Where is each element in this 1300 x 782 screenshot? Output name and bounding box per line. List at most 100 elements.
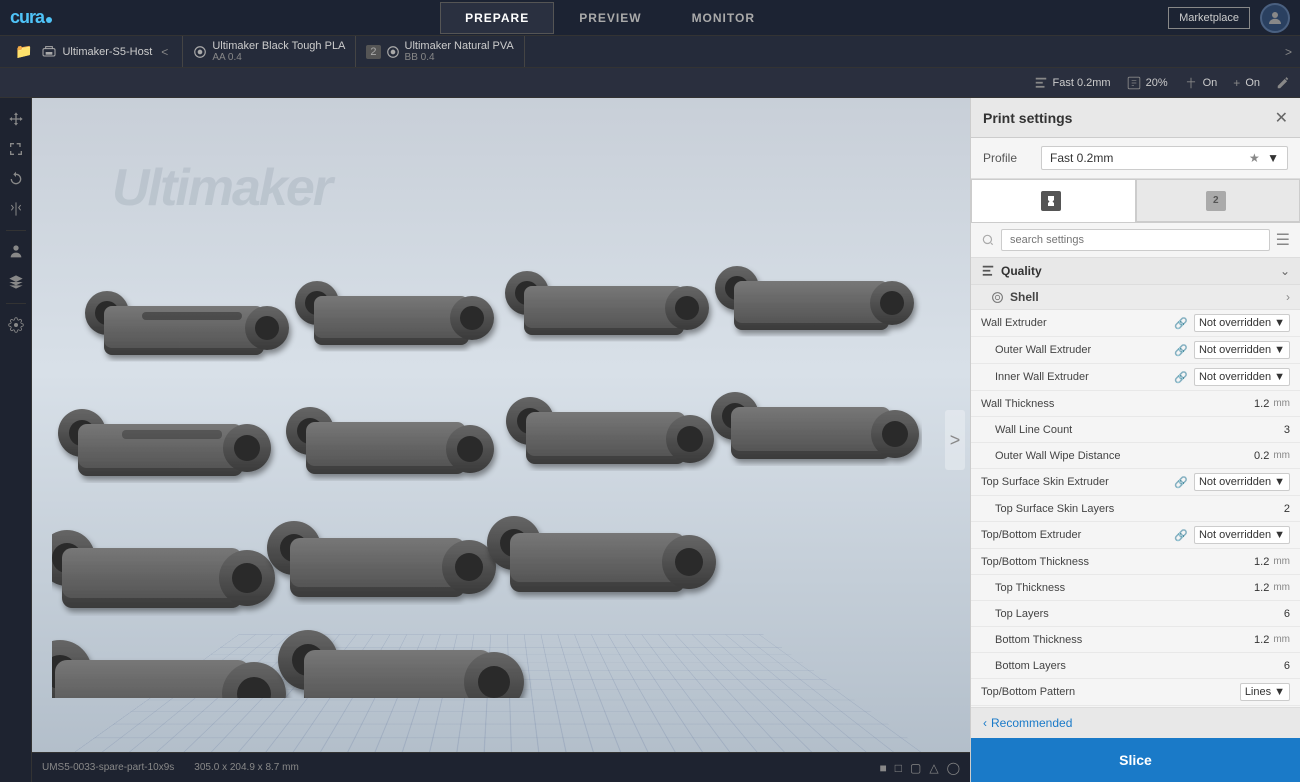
link-icon-top-bottom[interactable]: 🔗 (1174, 529, 1188, 542)
top-bottom-thickness-value[interactable]: 1.2 (1254, 556, 1269, 568)
bottom-tool-5[interactable]: ◯ (947, 761, 960, 775)
link-icon-outer-wall[interactable]: 🔗 (1174, 344, 1188, 357)
recommended-button[interactable]: ‹ Recommended (971, 707, 1300, 738)
setting-row-top-surface-extruder: Top Surface Skin Extruder 🔗 Not overridd… (971, 469, 1300, 496)
wall-line-count-label: Wall Line Count (995, 424, 1200, 436)
avatar[interactable] (1260, 3, 1290, 33)
setting-row-outer-wall-wipe: Outer Wall Wipe Distance 0.2 mm (971, 443, 1300, 469)
tab-prepare[interactable]: PREPARE (440, 2, 554, 34)
tab-monitor[interactable]: MONITOR (667, 2, 780, 34)
extruder-tab-2[interactable]: 2 (1136, 179, 1300, 222)
tabs-bar: 📁 Ultimaker-S5-Host < Ultimaker Black To… (0, 36, 1300, 68)
bottom-tool-3[interactable]: ▢ (910, 761, 921, 775)
bottom-thickness-value[interactable]: 1.2 (1254, 634, 1269, 646)
search-row: ☰ (971, 223, 1300, 258)
material1-tab-label: Ultimaker Black Tough PLA (212, 40, 345, 52)
settings-tool-btn[interactable] (3, 312, 29, 338)
top-bottom-pattern-label: Top/Bottom Pattern (981, 686, 1200, 698)
rotate-tool-btn[interactable] (3, 166, 29, 192)
bottom-layers-value[interactable]: 6 (1284, 660, 1290, 672)
bottom-layers-label: Bottom Layers (995, 660, 1200, 672)
extruder-tab-1[interactable] (971, 179, 1136, 222)
zoom-icon (1127, 76, 1141, 90)
top-layers-label: Top Layers (995, 608, 1200, 620)
dropdown-chevron: ▼ (1274, 371, 1285, 383)
extruder-tabs: 2 (971, 179, 1300, 223)
bottom-tool-1[interactable]: ■ (879, 761, 886, 775)
setting-row-wall-extruder: Wall Extruder 🔗 Not overridden ▼ (971, 310, 1300, 337)
settings-content[interactable]: Quality ⌄ Shell › Wall Extruder 🔗 Not ov… (971, 258, 1300, 707)
top-bottom-pattern-dropdown[interactable]: Lines ▼ (1240, 683, 1290, 701)
edit-icon[interactable] (1276, 76, 1290, 90)
outer-wall-extruder-dropdown[interactable]: Not overridden ▼ (1194, 341, 1290, 359)
top-thickness-value[interactable]: 1.2 (1254, 582, 1269, 594)
profile-select[interactable]: Fast 0.2mm ★ ▼ (1041, 146, 1288, 170)
profile-value: Fast 0.2mm (1053, 77, 1111, 89)
slice-label: Slice (1119, 752, 1152, 768)
profile-star-icon: ★ (1249, 151, 1260, 165)
outer-wall-wipe-value[interactable]: 0.2 (1254, 450, 1269, 462)
inner-wall-extruder-dropdown[interactable]: Not overridden ▼ (1194, 368, 1290, 386)
printer-bar: Fast 0.2mm 20% On + On (0, 68, 1300, 98)
setting-row-wall-thickness: Wall Thickness 1.2 mm (971, 391, 1300, 417)
wall-thickness-value[interactable]: 1.2 (1254, 398, 1269, 410)
viewport-arrow[interactable]: > (945, 410, 965, 470)
layers-tool-btn[interactable] (3, 269, 29, 295)
shell-chevron-icon: › (1286, 290, 1290, 304)
link-icon-wall-extruder[interactable]: 🔗 (1174, 317, 1188, 330)
wall-line-count-value[interactable]: 3 (1284, 424, 1290, 436)
settings-menu-icon[interactable]: ☰ (1276, 230, 1290, 250)
viewport[interactable]: Ultimaker (32, 98, 970, 782)
setting-row-inner-wall-extruder: Inner Wall Extruder 🔗 Not overridden ▼ (971, 364, 1300, 391)
setting-row-bottom-layers: Bottom Layers 6 (971, 653, 1300, 679)
material1-icon (193, 45, 207, 59)
toolbar-sep-2 (6, 303, 26, 304)
link-icon-top-surface[interactable]: 🔗 (1174, 476, 1188, 489)
bottom-tool-2[interactable]: □ (895, 761, 902, 775)
close-button[interactable]: ✕ (1275, 108, 1288, 128)
person-tool-btn[interactable] (3, 239, 29, 265)
top-surface-layers-value[interactable]: 2 (1284, 503, 1290, 515)
shell-subsection-header[interactable]: Shell › (971, 285, 1300, 310)
tab-nav-arrow[interactable]: > (1281, 45, 1300, 59)
scale-tool-btn[interactable] (3, 136, 29, 162)
setting-row-outer-wall-extruder: Outer Wall Extruder 🔗 Not overridden ▼ (971, 337, 1300, 364)
zoom-setting: 20% (1127, 76, 1168, 90)
tab-preview[interactable]: PREVIEW (554, 2, 666, 34)
support-setting: On (1184, 76, 1218, 90)
extruder2-icon: 2 (1206, 191, 1226, 211)
dropdown-chevron: ▼ (1274, 317, 1285, 329)
wall-thickness-label: Wall Thickness (981, 398, 1200, 410)
mirror-tool-btn[interactable] (3, 196, 29, 222)
adhesion-value: On (1245, 77, 1260, 89)
top-bottom-extruder-dropdown[interactable]: Not overridden ▼ (1194, 526, 1290, 544)
print-settings-header: Print settings ✕ (971, 98, 1300, 138)
material2-tab-sublabel: BB 0.4 (405, 52, 514, 63)
slice-button[interactable]: Slice (971, 738, 1300, 782)
search-input[interactable] (1001, 229, 1270, 251)
material2-icon (386, 45, 400, 59)
top-layers-value[interactable]: 6 (1284, 608, 1290, 620)
printer-tab-nav[interactable]: < (157, 45, 172, 59)
recommended-label: Recommended (991, 716, 1072, 730)
top-surface-extruder-dropdown[interactable]: Not overridden ▼ (1194, 473, 1290, 491)
adhesion-setting: + On (1233, 76, 1260, 90)
move-tool-btn[interactable] (3, 106, 29, 132)
support-value: On (1203, 77, 1218, 89)
dropdown-chevron: ▼ (1274, 529, 1285, 541)
profile-row: Profile Fast 0.2mm ★ ▼ (971, 138, 1300, 179)
quality-section-header[interactable]: Quality ⌄ (971, 258, 1300, 285)
shell-section-title: Shell (1010, 290, 1280, 304)
material2-tab-group: 2 Ultimaker Natural PVA BB 0.4 (356, 36, 524, 67)
material2-num: 2 (366, 45, 380, 59)
wall-extruder-dropdown[interactable]: Not overridden ▼ (1194, 314, 1290, 332)
marketplace-button[interactable]: Marketplace (1168, 7, 1250, 29)
top-bottom-extruder-label: Top/Bottom Extruder (981, 529, 1174, 541)
link-icon-inner-wall[interactable]: 🔗 (1174, 371, 1188, 384)
bottom-tool-4[interactable]: △ (929, 761, 938, 775)
inner-wall-extruder-label: Inner Wall Extruder (995, 371, 1174, 383)
folder-icon: 📁 (15, 43, 32, 60)
left-toolbar (0, 98, 32, 782)
zoom-value: 20% (1146, 77, 1168, 89)
setting-row-top-bottom-pattern: Top/Bottom Pattern Lines ▼ (971, 679, 1300, 706)
